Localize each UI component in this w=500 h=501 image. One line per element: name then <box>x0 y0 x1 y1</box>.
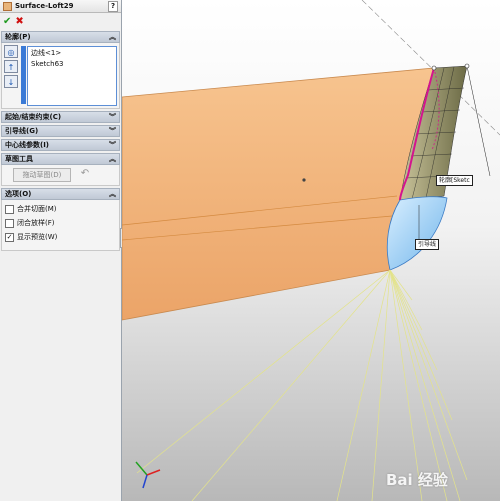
start-end-section: 起始/结束约束(C) ︾ <box>1 111 120 123</box>
profile-tools: ◎ ↑ ↓ <box>4 45 18 90</box>
ok-button[interactable]: ✔ <box>3 16 11 27</box>
start-end-header[interactable]: 起始/结束约束(C) ︾ <box>1 111 120 123</box>
guide-header[interactable]: 引导线(G) ︾ <box>1 125 120 137</box>
callout-leader <box>466 65 491 177</box>
list-item[interactable]: Sketch63 <box>28 59 116 69</box>
start-end-label: 起始/结束约束(C) <box>5 113 62 121</box>
feature-titlebar: Surface-Loft29 ? <box>0 0 121 13</box>
profiles-listbox[interactable]: 边线<1> Sketch63 <box>27 46 117 106</box>
action-row: ✔ ✖ <box>0 13 121 29</box>
profile-point[interactable] <box>464 63 470 69</box>
profiles-body: ◎ ↑ ↓ 边线<1> Sketch63 <box>1 43 120 109</box>
close-loft-checkbox[interactable] <box>5 218 14 228</box>
options-label: 选项(O) <box>5 190 32 198</box>
sketch-tools-label: 草图工具 <box>5 155 33 163</box>
chevron-down-icon[interactable]: ︾ <box>109 140 116 150</box>
guide-section: 引导线(G) ︾ <box>1 125 120 137</box>
profile-callout[interactable]: 轮廓[Sketc <box>436 175 473 186</box>
profiles-label: 轮廓(P) <box>5 33 31 41</box>
centerline-label: 中心线参数(I) <box>5 141 50 149</box>
close-loft-option[interactable]: 闭合放样(F) <box>2 216 119 230</box>
loft-preview-graphics <box>122 0 500 501</box>
chevron-up-icon[interactable]: ︽ <box>109 32 116 42</box>
chevron-down-icon[interactable]: ︾ <box>109 112 116 122</box>
options-section: 选项(O) ︽ 合并切面(M) 闭合放样(F) ✓ 显示预览(W) <box>1 188 120 251</box>
loft-end-cap[interactable] <box>386 196 448 271</box>
merge-tangent-option[interactable]: 合并切面(M) <box>2 202 119 216</box>
chevron-down-icon[interactable]: ︾ <box>109 126 116 136</box>
profiles-section: 轮廓(P) ︽ ◎ ↑ ↓ 边线<1> Sketch63 <box>1 31 120 109</box>
property-manager-panel: Surface-Loft29 ? ✔ ✖ 轮廓(P) ︽ ◎ ↑ ↓ 边线<1>… <box>0 0 122 501</box>
loft-icon <box>3 1 12 11</box>
options-body: 合并切面(M) 闭合放样(F) ✓ 显示预览(W) <box>1 200 120 251</box>
profile-selection-icon[interactable]: ◎ <box>4 45 18 58</box>
move-up-icon[interactable]: ↑ <box>4 60 18 73</box>
chevron-up-icon[interactable]: ︽ <box>109 154 116 164</box>
feature-title: Surface-Loft29 <box>15 2 74 10</box>
surface-point <box>302 178 306 182</box>
merge-tangent-checkbox[interactable] <box>5 204 14 214</box>
merge-tangent-label: 合并切面(M) <box>17 205 57 213</box>
sketch-tools-header[interactable]: 草图工具 ︽ <box>1 153 120 165</box>
centerline-header[interactable]: 中心线参数(I) ︾ <box>1 139 120 151</box>
profiles-header[interactable]: 轮廓(P) ︽ <box>1 31 120 43</box>
close-loft-label: 闭合放样(F) <box>17 219 55 227</box>
guide-callout[interactable]: 引导线 <box>415 239 440 250</box>
guide-label: 引导线(G) <box>5 127 39 135</box>
show-preview-option[interactable]: ✓ 显示预览(W) <box>2 230 119 244</box>
show-preview-checkbox[interactable]: ✓ <box>5 232 14 242</box>
profile-point[interactable] <box>431 65 437 71</box>
watermark-logo: Bai 经验 <box>386 471 448 489</box>
listbox-selection-strip <box>21 46 26 104</box>
options-header[interactable]: 选项(O) ︽ <box>1 188 120 200</box>
undo-icon[interactable]: ↶ <box>78 168 92 180</box>
graphics-viewport[interactable]: 轮廓[Sketc 引导线 <box>122 0 500 501</box>
cancel-button[interactable]: ✖ <box>15 16 23 27</box>
sketch-tools-body: 拖动草图(D) ↶ <box>1 165 120 186</box>
sketch-tools-section: 草图工具 ︽ 拖动草图(D) ↶ <box>1 153 120 186</box>
list-item[interactable]: 边线<1> <box>28 47 116 59</box>
show-preview-label: 显示预览(W) <box>17 233 58 241</box>
help-icon[interactable]: ? <box>108 0 118 12</box>
centerline-section: 中心线参数(I) ︾ <box>1 139 120 151</box>
drag-sketch-button[interactable]: 拖动草图(D) <box>13 168 71 182</box>
axis-triad <box>135 461 161 489</box>
chevron-up-icon[interactable]: ︽ <box>109 189 116 199</box>
move-down-icon[interactable]: ↓ <box>4 75 18 88</box>
